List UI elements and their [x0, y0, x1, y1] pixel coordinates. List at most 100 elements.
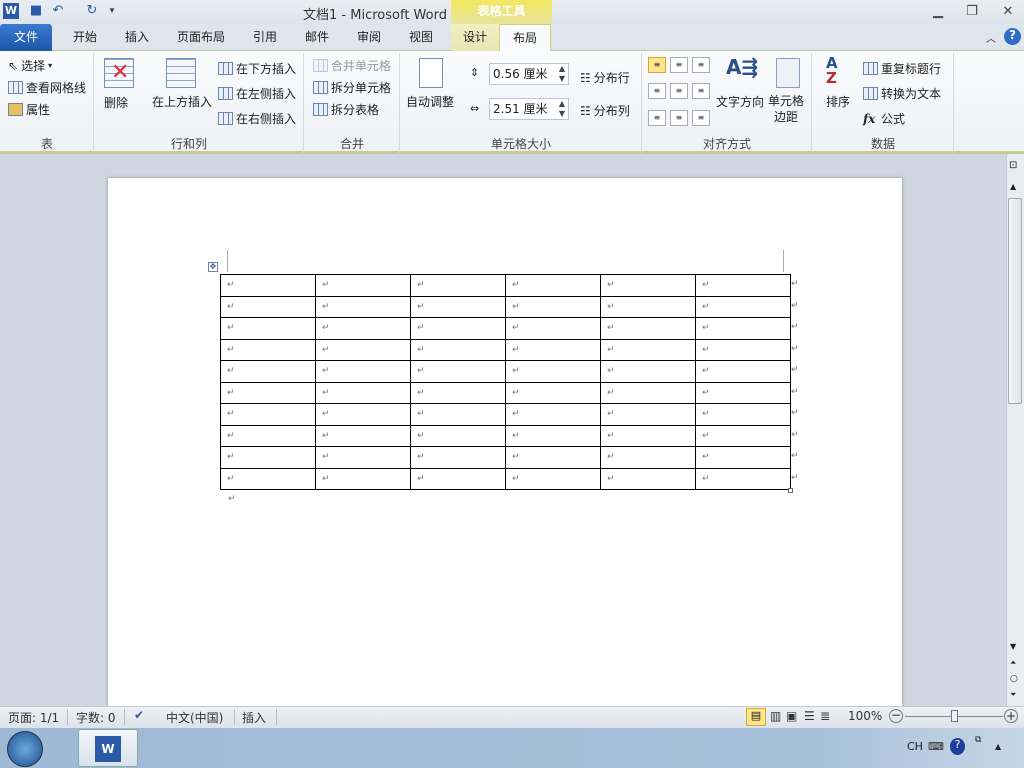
keyboard-icon[interactable]: ⌨	[928, 740, 944, 753]
insert-above-button[interactable]: 在上方插入	[152, 93, 212, 110]
taskbar-word-button[interactable]: W	[78, 729, 138, 767]
table-cell[interactable]: ↵	[410, 424, 506, 447]
select-button[interactable]: ⇖ 选择 ▾	[8, 57, 52, 74]
tab-insert[interactable]: 插入	[114, 24, 160, 51]
split-cells-button[interactable]: 拆分单元格	[313, 79, 391, 96]
ime-indicator[interactable]: CH	[907, 740, 923, 753]
document-table[interactable]: ↵ ↵ ↵ ↵ ↵ ↵ ↵ ↵ ↵ ↵ ↵ ↵ ↵ ↵ ↵ ↵ ↵ ↵ ↵ ↵ ↵ ↵ ↵ ↵ ↵ ↵ ↵ ↵ ↵ ↵ ↵ ↵ ↵ ↵ ↵ ↵ ↵ ↵ ↵ ↵…	[220, 274, 791, 490]
tab-references[interactable]: 引用	[242, 24, 288, 51]
table-cell[interactable]: ↵	[410, 403, 506, 426]
close-button[interactable]: ✕	[998, 4, 1018, 20]
table-move-handle-icon[interactable]: ✥	[208, 262, 218, 272]
table-cell[interactable]: ↵	[410, 295, 506, 318]
ime-help-icon[interactable]: ?	[950, 738, 965, 755]
table-cell[interactable]: ↵	[315, 338, 411, 361]
language[interactable]: 中文(中国)	[166, 709, 223, 726]
word-count[interactable]: 字数: 0	[76, 709, 116, 726]
table-cell[interactable]: ↵	[600, 446, 696, 469]
table-cell[interactable]: ↵	[695, 467, 791, 490]
align-top-right-button[interactable]: ≡	[692, 57, 710, 73]
tab-review[interactable]: 审阅	[346, 24, 392, 51]
table-cell[interactable]: ↵	[220, 338, 316, 361]
restore-button[interactable]: ❐	[962, 4, 982, 20]
table-cell[interactable]: ↵	[315, 317, 411, 340]
ime-options-icon[interactable]: ⧉	[975, 735, 981, 745]
scroll-up-icon[interactable]: ▲	[1010, 182, 1016, 191]
table-cell[interactable]: ↵	[315, 424, 411, 447]
align-bottom-center-button[interactable]: ≡	[670, 109, 688, 126]
table-cell[interactable]: ↵	[410, 360, 506, 383]
table-cell[interactable]: ↵	[600, 295, 696, 318]
table-cell[interactable]: ↵	[695, 446, 791, 469]
table-cell[interactable]: ↵	[695, 424, 791, 447]
properties-button[interactable]: 属性	[8, 101, 50, 118]
tab-design[interactable]: 设计	[451, 24, 499, 51]
table-cell[interactable]: ↵	[220, 446, 316, 469]
print-layout-view-button[interactable]: ▤	[746, 708, 766, 726]
delete-button[interactable]: ✕ 删除	[104, 58, 134, 118]
align-middle-right-button[interactable]: ≡	[692, 83, 710, 100]
align-bottom-left-button[interactable]: ≡	[648, 109, 666, 126]
tab-file[interactable]: 文件	[0, 24, 52, 51]
minimize-button[interactable]: ▁	[928, 4, 948, 20]
autofit-button[interactable]: 自动调整	[406, 93, 454, 110]
table-cell[interactable]: ↵	[505, 274, 601, 297]
previous-page-icon[interactable]: ⏶	[1010, 658, 1016, 668]
align-middle-left-button[interactable]: ≡	[648, 83, 666, 100]
cell-margins-button[interactable]: 单元格 边距	[768, 93, 804, 125]
zoom-slider-thumb[interactable]	[951, 710, 958, 722]
outline-view-button[interactable]: ☰	[804, 709, 815, 723]
table-cell[interactable]: ↵	[410, 446, 506, 469]
table-cell[interactable]: ↵	[220, 381, 316, 404]
insert-left-button[interactable]: 在左侧插入	[218, 85, 296, 102]
next-page-icon[interactable]: ⏷	[1010, 690, 1016, 700]
table-cell[interactable]: ↵	[695, 274, 791, 297]
sort-button[interactable]: 排序	[826, 93, 850, 110]
split-table-button[interactable]: 拆分表格	[313, 101, 379, 118]
table-cell[interactable]: ↵	[410, 381, 506, 404]
table-cell[interactable]: ↵	[410, 274, 506, 297]
table-cell[interactable]: ↵	[600, 381, 696, 404]
formula-button[interactable]: fx 公式	[863, 110, 905, 127]
view-gridlines-button[interactable]: 查看网格线	[8, 79, 86, 96]
scrollbar-thumb[interactable]	[1008, 198, 1022, 404]
table-cell[interactable]: ↵	[220, 360, 316, 383]
table-cell[interactable]: ↵	[220, 317, 316, 340]
proofing-icon[interactable]: ✔	[134, 708, 144, 722]
insert-right-button[interactable]: 在右侧插入	[218, 110, 296, 127]
table-cell[interactable]: ↵	[505, 446, 601, 469]
table-cell[interactable]: ↵	[695, 338, 791, 361]
table-cell[interactable]: ↵	[410, 338, 506, 361]
spinner-icon[interactable]: ▲ ▼	[559, 64, 565, 84]
table-cell[interactable]: ↵	[695, 381, 791, 404]
table-cell[interactable]: ↵	[315, 381, 411, 404]
tab-mailings[interactable]: 邮件	[294, 24, 340, 51]
table-cell[interactable]: ↵	[600, 274, 696, 297]
web-layout-button[interactable]: ▣	[786, 709, 797, 723]
start-button[interactable]	[7, 731, 43, 767]
table-resize-handle[interactable]	[788, 488, 793, 493]
table-cell[interactable]: ↵	[600, 424, 696, 447]
table-cell[interactable]: ↵	[220, 274, 316, 297]
table-cell[interactable]: ↵	[315, 295, 411, 318]
collapse-ribbon-icon[interactable]: ︿	[986, 30, 996, 45]
align-middle-center-button[interactable]: ≡	[670, 83, 688, 100]
table-cell[interactable]: ↵	[410, 467, 506, 490]
table-cell[interactable]: ↵	[505, 381, 601, 404]
table-cell[interactable]: ↵	[600, 360, 696, 383]
table-cell[interactable]: ↵	[695, 295, 791, 318]
table-cell[interactable]: ↵	[600, 338, 696, 361]
full-screen-reading-button[interactable]: ▥	[770, 709, 781, 723]
repeat-header-button[interactable]: 重复标题行	[863, 60, 941, 77]
zoom-in-button[interactable]: +	[1004, 709, 1018, 723]
help-icon[interactable]: ?	[1004, 28, 1021, 45]
table-cell[interactable]: ↵	[505, 467, 601, 490]
align-bottom-right-button[interactable]: ≡	[692, 109, 710, 126]
table-cell[interactable]: ↵	[505, 360, 601, 383]
tab-layout[interactable]: 布局	[499, 24, 551, 52]
table-cell[interactable]: ↵	[695, 317, 791, 340]
table-cell[interactable]: ↵	[600, 467, 696, 490]
tab-home[interactable]: 开始	[62, 24, 108, 51]
table-cell[interactable]: ↵	[220, 295, 316, 318]
zoom-out-button[interactable]: −	[889, 709, 903, 723]
